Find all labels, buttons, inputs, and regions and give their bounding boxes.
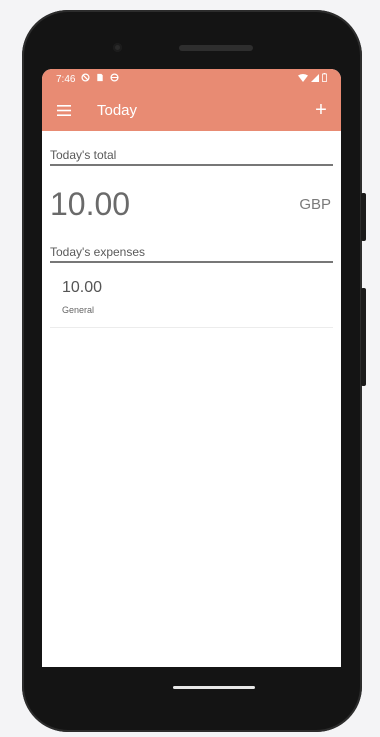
hamburger-menu-icon[interactable]	[56, 102, 72, 118]
status-bar: 7:46	[42, 69, 341, 89]
status-left-group: 7:46	[56, 73, 120, 85]
signal-icon	[311, 73, 319, 85]
front-camera	[113, 43, 122, 52]
total-section-header: Today's total	[50, 131, 333, 166]
do-not-disturb-icon	[81, 73, 91, 85]
expense-list-item[interactable]: 10.00 General	[50, 263, 333, 328]
page-title: Today	[97, 101, 138, 119]
home-gesture-bar[interactable]	[173, 686, 255, 689]
main-content: Today's total 10.00 GBP Today's expenses…	[42, 131, 341, 328]
total-currency: GBP	[299, 196, 331, 213]
status-right-group	[298, 73, 327, 85]
earpiece-speaker	[179, 45, 253, 51]
expense-amount: 10.00	[62, 279, 103, 296]
power-button[interactable]	[361, 193, 366, 241]
total-row: 10.00 GBP	[50, 166, 333, 233]
battery-icon	[322, 73, 327, 85]
app-toolbar: Today +	[42, 89, 341, 131]
expenses-section-header: Today's expenses	[50, 233, 333, 263]
wifi-icon	[298, 73, 308, 85]
sim-card-icon	[96, 73, 104, 85]
volume-button[interactable]	[361, 288, 366, 386]
add-expense-button[interactable]: +	[311, 100, 331, 120]
device-stage: 7:46 Today + Today's total 10.00 GBP Tod…	[0, 0, 380, 737]
expense-category: General	[62, 305, 95, 315]
app-notification-icon	[110, 73, 120, 85]
app-screen: 7:46 Today + Today's total 10.00 GBP Tod…	[42, 69, 341, 667]
total-amount: 10.00	[50, 186, 131, 222]
status-time: 7:46	[56, 73, 76, 85]
